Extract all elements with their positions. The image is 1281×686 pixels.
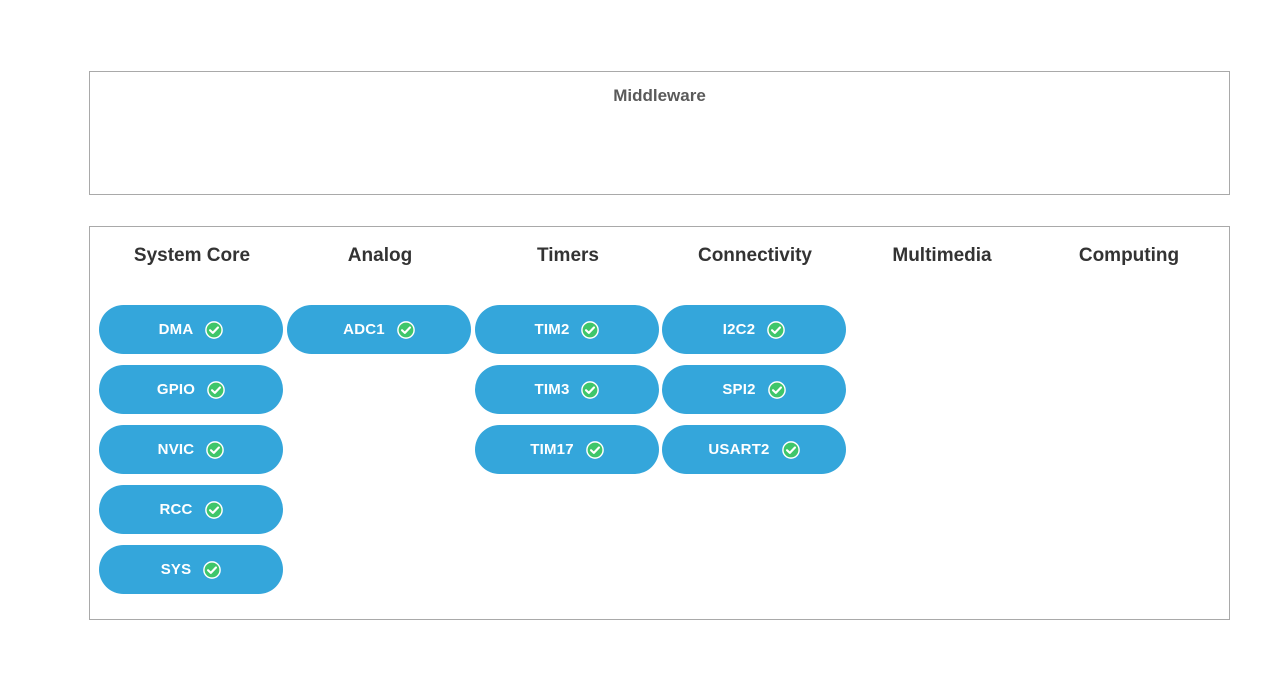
category-header-computing: Computing [1078,245,1180,266]
check-circle-icon [205,320,224,339]
check-circle-icon [585,440,604,459]
peripheral-label: RCC [159,501,193,518]
category-header-analog: Analog [347,245,413,266]
peripheral-button-tim17[interactable]: TIM17 [475,425,659,474]
check-circle-icon [203,560,222,579]
check-circle-icon [396,320,415,339]
peripheral-label: SPI2 [722,381,756,398]
check-circle-icon [206,440,225,459]
categories-panel: System Core DMA GPIO NVIC RCC SYS Analog ADC1 Ti… [89,226,1230,620]
peripheral-label: GPIO [156,381,196,398]
peripheral-button-rcc[interactable]: RCC [99,485,283,534]
peripheral-label: USART2 [708,441,770,458]
check-circle-icon [204,500,223,519]
middleware-panel: Middleware [89,71,1230,195]
peripheral-label: TIM2 [534,321,570,338]
check-circle-icon [207,380,225,399]
category-header-connectivity: Connectivity [697,245,813,266]
middleware-title: Middleware [613,86,706,105]
peripheral-label: TIM3 [534,381,570,398]
peripheral-button-dma[interactable]: DMA [99,305,283,354]
check-circle-icon [581,320,600,339]
peripheral-button-spi2[interactable]: SPI2 [662,365,846,414]
peripheral-label: ADC1 [343,321,385,338]
peripheral-button-usart2[interactable]: USART2 [662,425,846,474]
peripheral-label: I2C2 [722,321,756,338]
peripheral-label: SYS [160,561,192,578]
check-circle-icon [767,320,786,339]
check-circle-icon [781,440,800,459]
peripheral-button-gpio[interactable]: GPIO [99,365,283,414]
peripheral-button-nvic[interactable]: NVIC [99,425,283,474]
category-header-system-core: System Core [133,245,251,266]
peripheral-button-sys[interactable]: SYS [99,545,283,594]
peripheral-label: DMA [158,321,194,338]
peripheral-label: TIM17 [530,441,574,458]
peripheral-label: NVIC [157,441,195,458]
peripheral-button-adc1[interactable]: ADC1 [287,305,471,354]
peripheral-button-i2c2[interactable]: I2C2 [662,305,846,354]
peripheral-button-tim2[interactable]: TIM2 [475,305,659,354]
check-circle-icon [767,380,786,399]
check-circle-icon [581,380,600,399]
category-header-multimedia: Multimedia [892,245,992,266]
category-header-timers: Timers [537,245,599,266]
peripheral-button-tim3[interactable]: TIM3 [475,365,659,414]
